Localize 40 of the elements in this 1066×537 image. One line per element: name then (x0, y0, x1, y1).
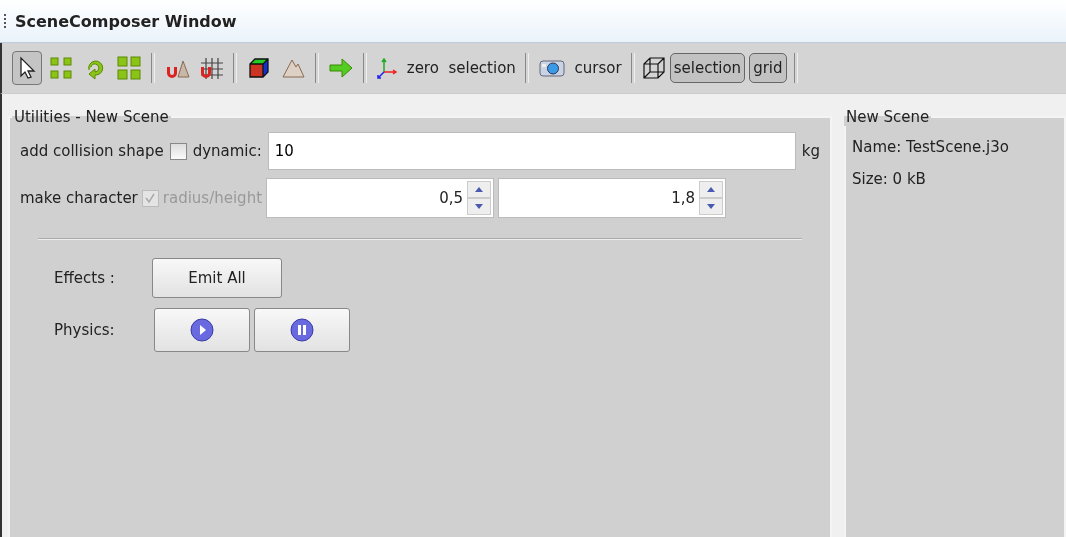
spin-up-button[interactable] (699, 181, 724, 198)
effects-label: Effects : (53, 269, 116, 287)
zero-selection-button[interactable]: zero selection (374, 56, 518, 80)
cube-icon (246, 55, 272, 81)
tool-button[interactable] (12, 51, 42, 85)
scale-icon (116, 55, 142, 81)
spin-down-button[interactable] (699, 198, 724, 215)
collision-label: add collision shape (20, 142, 164, 160)
physics-label: Physics: (53, 321, 116, 339)
unit-label: kg (801, 142, 820, 160)
play-icon (190, 318, 214, 342)
up-icon (475, 187, 484, 192)
down-icon (475, 204, 484, 209)
cursor-button[interactable]: cursor (535, 57, 624, 79)
toggle-button[interactable]: selection (669, 53, 746, 83)
pause-icon (290, 318, 314, 342)
emit-all-button[interactable]: Emit All (152, 258, 282, 298)
character-label: make character (20, 189, 138, 207)
panel-title: New Scene (845, 108, 931, 126)
scene-size: Size: 0 kB (852, 170, 927, 188)
play-button[interactable] (154, 308, 250, 352)
window-title: SceneComposer Window (15, 11, 237, 31)
mass-field[interactable]: 10 (267, 132, 796, 170)
dynamic-label: dynamic: (192, 142, 262, 160)
wireframe-cube-icon (641, 56, 666, 80)
arrow-icon (328, 55, 354, 81)
camera-icon (537, 57, 566, 79)
pause-button[interactable] (254, 308, 350, 352)
grid-snap-icon (198, 55, 224, 81)
up-icon (707, 187, 716, 192)
toggle-button[interactable]: grid (749, 53, 787, 83)
expand-icon (48, 55, 74, 81)
grip-icon (4, 14, 9, 28)
panel-title: Utilities - New Scene (13, 108, 170, 126)
collision-checkbox[interactable] (169, 142, 187, 160)
scene-name: Name: TestScene.j3o (852, 138, 1010, 156)
spin-up-button[interactable] (467, 181, 492, 198)
spin-down-button[interactable] (467, 198, 492, 215)
axes-icon (376, 56, 398, 80)
down-icon (707, 204, 716, 209)
